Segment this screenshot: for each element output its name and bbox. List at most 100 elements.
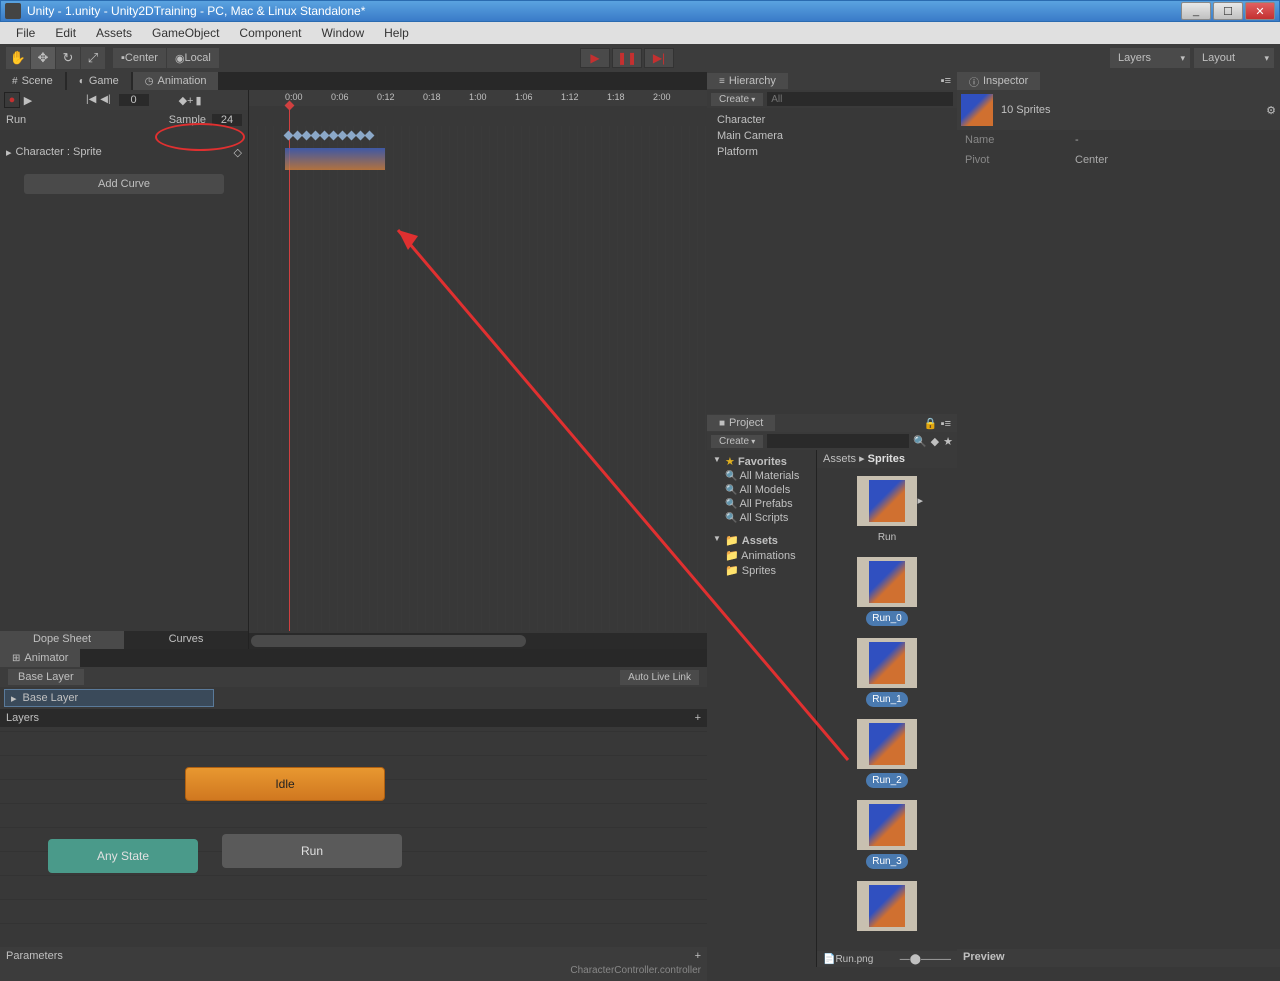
tab-project[interactable]: ■Project	[707, 415, 775, 431]
tab-animation[interactable]: ◷Animation	[133, 72, 219, 90]
hierarchy-create-button[interactable]: Create	[711, 93, 763, 106]
hierarchy-panel: ≡Hierarchy ▪≡ Create Character Main Came…	[707, 72, 957, 414]
anim-play-button[interactable]: ▶	[20, 92, 36, 108]
property-row[interactable]: ▸ Character : Sprite ◇	[0, 142, 248, 162]
preview-header[interactable]: Preview	[957, 949, 1280, 967]
hierarchy-item-main-camera[interactable]: Main Camera	[717, 128, 947, 144]
tab-inspector[interactable]: ⓘInspector	[957, 72, 1040, 90]
playhead[interactable]	[289, 106, 290, 631]
asset-run-2[interactable]: Run_2	[842, 719, 932, 788]
tab-scene[interactable]: #Scene	[0, 72, 65, 90]
maximize-button[interactable]: ☐	[1213, 2, 1243, 20]
hierarchy-item-platform[interactable]: Platform	[717, 144, 947, 160]
parameters-label: Parameters	[6, 950, 63, 962]
breadcrumb-base-layer[interactable]: Base Layer	[8, 669, 84, 685]
state-any-state[interactable]: Any State	[48, 839, 198, 873]
animator-tabs: ⊞Animator	[0, 649, 707, 667]
prev-key-button[interactable]: ◀|	[100, 94, 110, 106]
menu-component[interactable]: Component	[229, 24, 311, 42]
fav-all-materials[interactable]: 🔍All Materials	[711, 469, 812, 483]
scale-tool[interactable]: ⤢	[81, 47, 105, 69]
project-menu-icon[interactable]: 🔒 ▪≡	[918, 417, 957, 430]
layers-label: Layers	[6, 712, 39, 724]
timeline-scrollbar[interactable]	[249, 633, 707, 649]
menu-file[interactable]: File	[6, 24, 45, 42]
play-button[interactable]: ▶	[580, 48, 610, 68]
animation-panel: ● ▶ |◀ ◀| 0 ◆+ ▮ Run Sample	[0, 90, 707, 649]
tab-hierarchy[interactable]: ≡Hierarchy	[707, 73, 788, 89]
foldout-icon: ▸	[6, 146, 12, 159]
folder-animations[interactable]: 📁 Animations	[711, 548, 812, 563]
filter-type-icon[interactable]: ◆	[931, 435, 939, 448]
asset-run[interactable]: ▸ Run	[842, 476, 932, 545]
dopesheet-tab[interactable]: Dope Sheet	[0, 631, 124, 649]
add-event-button[interactable]: ▮	[195, 94, 201, 107]
hierarchy-search[interactable]	[767, 92, 953, 106]
hierarchy-item-character[interactable]: Character	[717, 112, 947, 128]
project-search[interactable]	[767, 434, 909, 448]
menu-help[interactable]: Help	[374, 24, 419, 42]
keyframes[interactable]	[285, 132, 373, 139]
property-menu-icon[interactable]: ◇	[234, 146, 242, 159]
close-button[interactable]: ✕	[1245, 2, 1275, 20]
favorites-folder[interactable]: ▼★ Favorites	[711, 454, 812, 469]
state-run[interactable]: Run	[222, 834, 402, 868]
asset-run-0[interactable]: Run_0	[842, 557, 932, 626]
layers-dropdown[interactable]: Layers	[1110, 48, 1190, 68]
filter-label-icon[interactable]: ★	[943, 435, 953, 448]
inspector-thumbnail	[961, 94, 993, 126]
folder-sprites[interactable]: 📁 Sprites	[711, 563, 812, 578]
project-breadcrumb[interactable]: Assets ▸ Sprites	[817, 450, 957, 468]
sample-field[interactable]: 24	[212, 114, 242, 126]
hierarchy-menu-icon[interactable]: ▪≡	[935, 75, 957, 87]
layer-base[interactable]: ▸Base Layer	[4, 689, 214, 707]
first-key-button[interactable]: |◀	[86, 94, 96, 106]
record-button[interactable]: ●	[4, 92, 20, 108]
project-icon: ■	[719, 418, 725, 429]
add-layer-button[interactable]: +	[695, 712, 701, 724]
tab-animator[interactable]: ⊞Animator	[0, 649, 80, 667]
title-bar: Unity - 1.unity - Unity2DTraining - PC, …	[0, 0, 1280, 22]
project-tree: ▼★ Favorites 🔍All Materials 🔍All Models …	[707, 450, 817, 967]
timeline-ruler[interactable]: 0:00 0:06 0:12 0:18 1:00 1:06 1:12 1:18 …	[249, 90, 707, 106]
sprite-previews	[285, 148, 385, 170]
fav-all-scripts[interactable]: 🔍All Scripts	[711, 511, 812, 525]
rotate-tool[interactable]: ↻	[56, 47, 80, 69]
state-machine-canvas[interactable]: Idle Any State Run	[0, 727, 707, 947]
pause-button[interactable]: ❚❚	[612, 48, 642, 68]
menu-gameobject[interactable]: GameObject	[142, 24, 229, 42]
curves-tab[interactable]: Curves	[124, 631, 248, 649]
assets-folder[interactable]: ▼📁 Assets	[711, 533, 812, 548]
search-filter-icon[interactable]: 🔍	[913, 435, 927, 448]
add-curve-button[interactable]: Add Curve	[24, 174, 224, 194]
state-idle[interactable]: Idle	[185, 767, 385, 801]
layout-dropdown[interactable]: Layout	[1194, 48, 1274, 68]
tab-game[interactable]: ◐Game	[67, 72, 131, 90]
frame-field[interactable]: 0	[119, 94, 149, 106]
minimize-button[interactable]: _	[1181, 2, 1211, 20]
gear-icon[interactable]: ⚙	[1266, 104, 1276, 117]
inspector-icon: ⓘ	[969, 74, 979, 89]
pivot-local[interactable]: ◉ Local	[167, 48, 219, 68]
asset-run-3[interactable]: Run_3	[842, 800, 932, 869]
menu-assets[interactable]: Assets	[86, 24, 142, 42]
animator-panel: Base Layer Auto Live Link ▸Base Layer La…	[0, 667, 707, 967]
auto-live-link[interactable]: Auto Live Link	[620, 670, 699, 685]
step-button[interactable]: ▶|	[644, 48, 674, 68]
add-key-button[interactable]: ◆+	[179, 94, 194, 107]
project-create-button[interactable]: Create	[711, 435, 763, 448]
asset-run-4[interactable]	[842, 881, 932, 931]
pivot-center[interactable]: ▪ Center	[113, 48, 166, 68]
asset-run-1[interactable]: Run_1	[842, 638, 932, 707]
menu-edit[interactable]: Edit	[45, 24, 86, 42]
fav-all-prefabs[interactable]: 🔍All Prefabs	[711, 497, 812, 511]
add-parameter-button[interactable]: +	[695, 950, 701, 962]
inspector-panel: ⓘInspector 10 Sprites ⚙ Name - Pivot Cen…	[957, 72, 1280, 967]
clip-dropdown[interactable]: Run	[6, 114, 169, 126]
move-tool[interactable]: ✥	[31, 47, 55, 69]
timeline[interactable]: 0:00 0:06 0:12 0:18 1:00 1:06 1:12 1:18 …	[248, 90, 707, 649]
animation-icon: ◷	[145, 76, 154, 87]
menu-window[interactable]: Window	[311, 24, 374, 42]
hand-tool[interactable]: ✋	[6, 47, 30, 69]
fav-all-models[interactable]: 🔍All Models	[711, 483, 812, 497]
